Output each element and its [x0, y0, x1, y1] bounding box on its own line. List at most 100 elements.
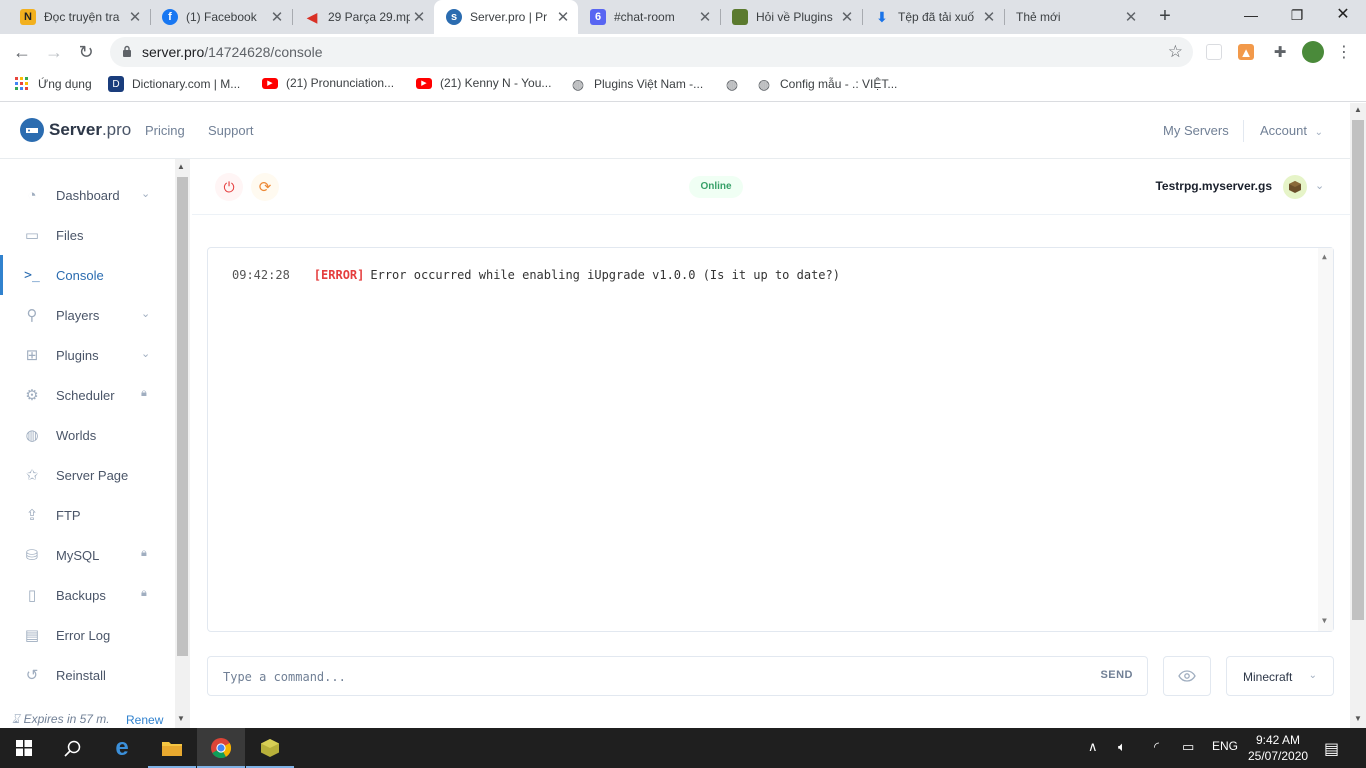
- command-input[interactable]: [223, 667, 1043, 687]
- sidebar-item-label: Error Log: [56, 628, 111, 643]
- bookmark-label: Dictionary.com | M...: [132, 77, 241, 91]
- close-window-button[interactable]: ✕: [1320, 0, 1366, 30]
- sidebar-item-players[interactable]: ⚲ Players ⌄: [0, 295, 175, 335]
- bookmark-kenny[interactable]: ▶ (21) Kenny N - You...: [416, 76, 551, 90]
- shopping-bag-icon[interactable]: ▲: [1238, 44, 1254, 60]
- chevron-up-icon[interactable]: ∧: [1088, 739, 1098, 755]
- bookmark-dictionary[interactable]: D Dictionary.com | M...: [108, 76, 240, 92]
- renew-link[interactable]: Renew: [126, 713, 163, 727]
- close-icon[interactable]: ✕: [696, 8, 714, 26]
- edge-icon[interactable]: e: [98, 728, 146, 768]
- sidebar-item-reinstall[interactable]: ↺ Reinstall: [0, 655, 175, 695]
- nav-support[interactable]: Support: [208, 123, 254, 138]
- server-avatar[interactable]: [1283, 175, 1307, 199]
- chrome-icon[interactable]: [197, 728, 245, 768]
- sidebar-item-files[interactable]: ▭ Files: [0, 215, 175, 255]
- logo-suffix: .pro: [101, 120, 132, 139]
- tab-downloads[interactable]: ⬇ Tệp đã tải xuố ✕: [862, 0, 1004, 34]
- extension-icon[interactable]: [1206, 44, 1222, 60]
- back-button[interactable]: ←: [8, 38, 36, 66]
- toggle-visibility-button[interactable]: [1163, 656, 1211, 696]
- log-message: Error occurred while enabling iUpgrade v…: [370, 268, 840, 282]
- sidebar-item-console[interactable]: >_ Console: [0, 255, 175, 295]
- chevron-down-icon[interactable]: ⌄: [1315, 179, 1324, 192]
- nav-pricing[interactable]: Pricing: [145, 123, 185, 138]
- power-button[interactable]: ⏻︎: [215, 173, 243, 201]
- profile-avatar[interactable]: [1302, 41, 1324, 63]
- scroll-down-arrow-icon[interactable]: ▼: [177, 714, 185, 723]
- clock[interactable]: 9:42 AM 25/07/2020: [1248, 732, 1308, 764]
- new-tab-button[interactable]: +: [1154, 5, 1176, 27]
- tab-chat-room[interactable]: 6 #chat-room ✕: [578, 0, 720, 34]
- scroll-up-arrow-icon[interactable]: ▲: [1354, 105, 1362, 114]
- page-scrollbar-thumb[interactable]: [1352, 120, 1364, 620]
- sidebar-item-dashboard[interactable]: ◔ Dashboard ⌄: [0, 175, 175, 215]
- sidebar-item-mysql[interactable]: ⛁ MySQL 🔒︎: [0, 535, 175, 575]
- scroll-up-arrow-icon[interactable]: ▲: [1322, 252, 1327, 261]
- bookmark-label: Plugins Việt Nam -...: [594, 77, 704, 91]
- close-icon[interactable]: ✕: [268, 8, 286, 26]
- reload-button[interactable]: ↻: [72, 38, 100, 66]
- bookmark-config[interactable]: ◍ Config mẫu - .: VIỆT...: [756, 76, 897, 92]
- console-scrollbar[interactable]: ▲ ▼: [1318, 248, 1333, 631]
- start-button[interactable]: [0, 728, 48, 768]
- server-pro-logo[interactable]: Server.pro: [20, 118, 131, 142]
- bookmark-globe[interactable]: ◍: [724, 76, 748, 92]
- sidebar-item-server-page[interactable]: ✩ Server Page: [0, 455, 175, 495]
- lock-icon: 🔒︎: [141, 587, 147, 599]
- menu-icon[interactable]: ⋮: [1334, 42, 1354, 62]
- server-name[interactable]: Testrpg.myserver.gs: [1155, 179, 1272, 193]
- sidebar-item-ftp[interactable]: ⇪ FTP: [0, 495, 175, 535]
- sidebar-item-plugins[interactable]: ⊞ Plugins ⌄: [0, 335, 175, 375]
- close-icon[interactable]: ✕: [1122, 8, 1140, 26]
- globe-icon: ◍: [25, 427, 39, 444]
- close-icon[interactable]: ✕: [980, 8, 998, 26]
- bookmark-plugins-vn[interactable]: ◍ Plugins Việt Nam -...: [570, 76, 703, 92]
- bookmark-apps[interactable]: Ứng dụng: [14, 76, 92, 92]
- bookmark-pronunciation[interactable]: ▶ (21) Pronunciation...: [262, 76, 394, 90]
- sidebar-item-scheduler[interactable]: ⚙ Scheduler 🔒︎: [0, 375, 175, 415]
- console-type-select[interactable]: Minecraft ⌄: [1226, 656, 1334, 696]
- puzzle-icon[interactable]: ✚: [1270, 42, 1290, 62]
- restart-button[interactable]: ⟳: [251, 173, 279, 201]
- youtube-icon: ▶: [416, 77, 432, 89]
- close-icon[interactable]: ✕: [126, 8, 144, 26]
- notifications-icon[interactable]: ▤: [1324, 739, 1339, 759]
- close-icon[interactable]: ✕: [410, 8, 428, 26]
- send-button[interactable]: SEND: [1100, 669, 1133, 681]
- scroll-down-arrow-icon[interactable]: ▼: [1322, 616, 1327, 625]
- volume-icon[interactable]: 🔈︎: [1118, 739, 1126, 755]
- sidebar-item-backups[interactable]: ▯ Backups 🔒︎: [0, 575, 175, 615]
- sidebar-scrollbar-thumb[interactable]: [177, 177, 188, 656]
- tab-facebook[interactable]: f (1) Facebook ✕: [150, 0, 292, 34]
- close-icon[interactable]: ✕: [554, 8, 572, 26]
- scroll-up-arrow-icon[interactable]: ▲: [177, 162, 185, 171]
- tab-server-pro[interactable]: s Server.pro | Pr ✕: [434, 0, 578, 34]
- youtube-icon: ▶: [262, 77, 278, 89]
- battery-icon[interactable]: ▭: [1182, 739, 1194, 755]
- console-output[interactable]: 09:42:28 [ERROR] Error occurred while enab…: [207, 247, 1334, 632]
- forward-button[interactable]: →: [40, 38, 68, 66]
- bookmark-star-icon[interactable]: ☆: [1168, 42, 1183, 62]
- browser-toolbar: ← → ↻ server.pro/14724628/console ☆ ▲ ✚ …: [0, 34, 1366, 70]
- sidebar: ◔ Dashboard ⌄ ▭ Files >_ Console ⚲ Playe…: [0, 159, 175, 728]
- search-button[interactable]: [48, 728, 96, 768]
- minimize-button[interactable]: —: [1228, 0, 1274, 30]
- language-indicator[interactable]: ENG: [1212, 739, 1238, 753]
- restore-button[interactable]: ❐: [1274, 0, 1320, 30]
- nav-account[interactable]: Account ⌄: [1260, 123, 1323, 138]
- tab-doc-truyen[interactable]: N Đọc truyện tra ✕: [8, 0, 150, 34]
- wifi-icon[interactable]: ◜: [1154, 739, 1159, 755]
- tab-plugins-question[interactable]: Hỏi về Plugins ✕: [720, 0, 862, 34]
- scroll-down-arrow-icon[interactable]: ▼: [1354, 714, 1362, 723]
- close-icon[interactable]: ✕: [838, 8, 856, 26]
- file-explorer-icon[interactable]: [148, 728, 196, 768]
- sidebar-item-error-log[interactable]: ▤ Error Log: [0, 615, 175, 655]
- tab-audio[interactable]: ◀ 29 Parça 29.mp ✕: [292, 0, 434, 34]
- minecraft-icon[interactable]: [246, 728, 294, 768]
- sidebar-item-worlds[interactable]: ◍ Worlds: [0, 415, 175, 455]
- server-control-bar: ⏻︎ ⟳ Online Testrpg.myserver.gs ⌄: [192, 159, 1350, 215]
- nav-my-servers[interactable]: My Servers: [1163, 123, 1229, 138]
- address-bar[interactable]: server.pro/14724628/console ☆: [110, 37, 1193, 67]
- tab-new-tab[interactable]: Thẻ mới ✕: [1004, 0, 1146, 34]
